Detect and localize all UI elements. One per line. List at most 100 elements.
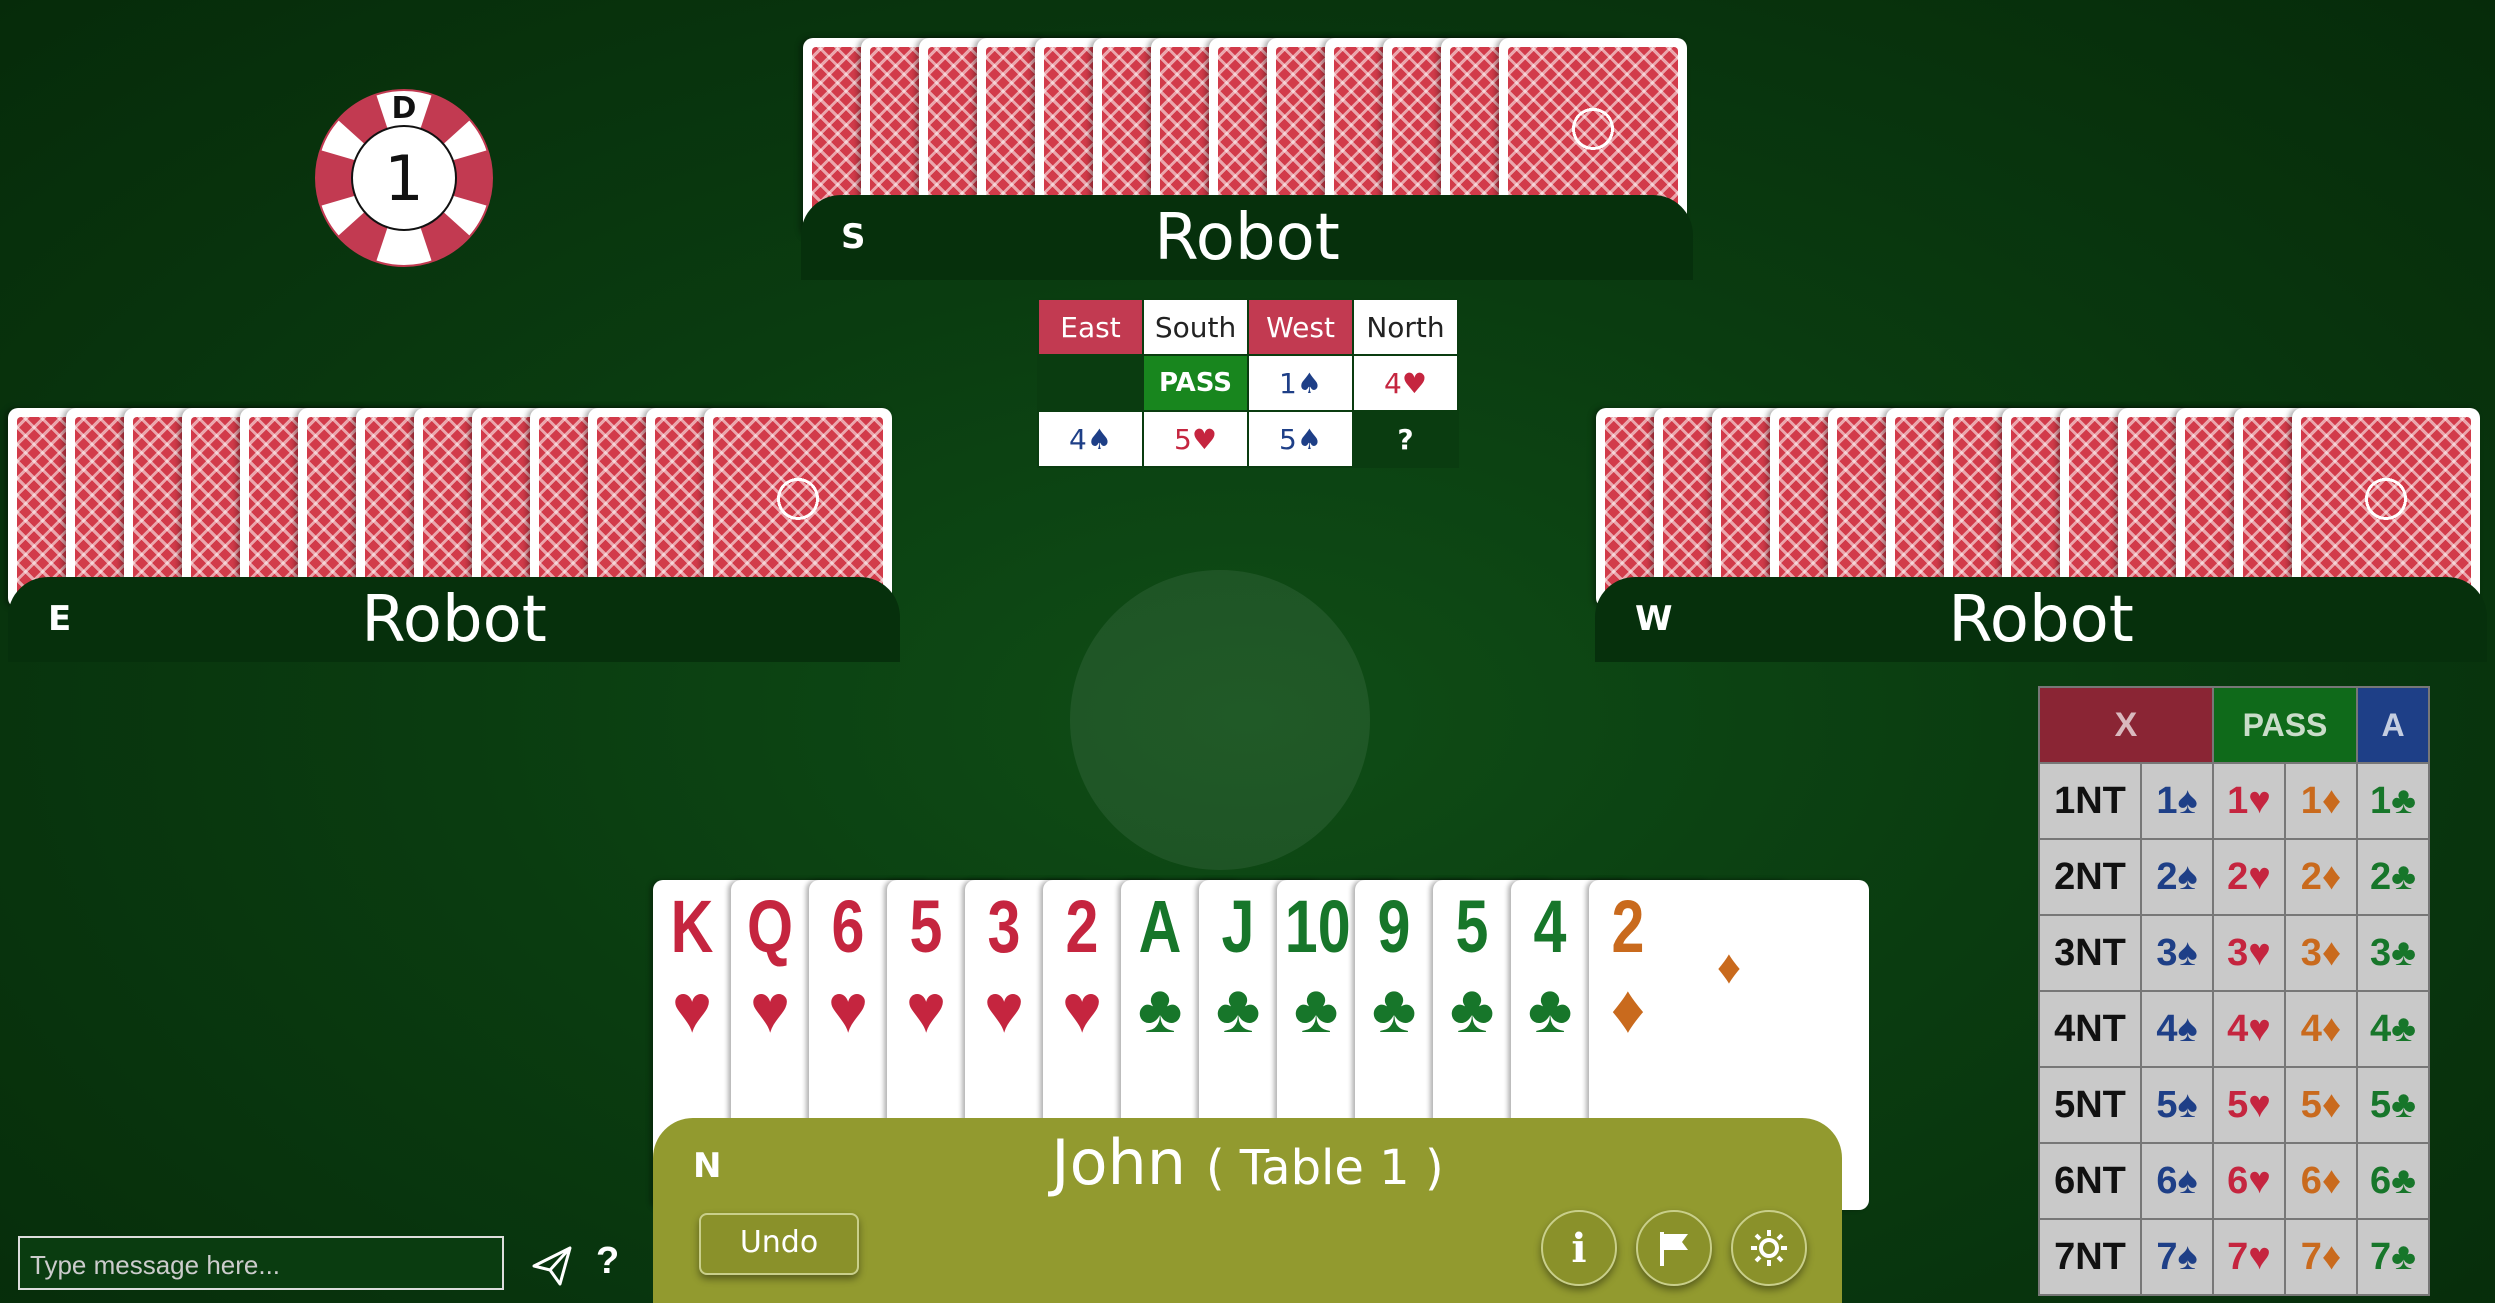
bid-button[interactable]: 5♦ (2284, 1066, 2358, 1144)
bid-button[interactable]: 7♣ (2356, 1218, 2430, 1296)
bid-button[interactable]: 2♦ (2284, 838, 2358, 916)
right-player-name: Robot (1948, 583, 2134, 657)
card-suit: ♣ (1371, 971, 1417, 1047)
info-icon: i (1571, 1224, 1587, 1272)
bid-button[interactable]: 5NT (2038, 1066, 2142, 1144)
card-rank: J (1221, 885, 1255, 968)
card-suit: ♣ (1449, 971, 1495, 1047)
bid-button[interactable]: 1♥ (2212, 762, 2286, 840)
card-suit: ♥ (983, 971, 1025, 1047)
bid-button[interactable]: 5♠ (2140, 1066, 2214, 1144)
card-rank: K (670, 885, 714, 968)
dealer-letter: D (392, 91, 417, 126)
bid-button[interactable]: 7♠ (2140, 1218, 2214, 1296)
dealer-board-marker: D 1 (315, 89, 493, 267)
card-rank: 5 (909, 885, 943, 968)
card-rank: 3 (987, 885, 1021, 968)
bid-button[interactable]: 4♥ (2212, 990, 2286, 1068)
bid-button[interactable]: 6NT (2038, 1142, 2142, 1220)
bottom-player-name: John ( Table 1 ) (653, 1126, 1842, 1199)
bid-button[interactable]: 4♦ (2284, 990, 2358, 1068)
card-rank: 10 (1284, 885, 1351, 968)
alert-button[interactable]: A (2356, 686, 2430, 764)
bottom-nameplate: N John ( Table 1 ) Undo i (653, 1118, 1842, 1303)
pass-button[interactable]: PASS (2212, 686, 2358, 764)
bid-button[interactable]: 3♣ (2356, 914, 2430, 992)
bid-button[interactable]: 7♥ (2212, 1218, 2286, 1296)
bid-button[interactable]: 6♦ (2284, 1142, 2358, 1220)
right-nameplate: W Robot (1595, 577, 2487, 662)
top-player-name: Robot (1154, 201, 1340, 275)
auction-table: East South West North PASS 1♠ 4♥ 4♠ 5♥ 5… (1037, 298, 1459, 468)
auction-header-south: South (1142, 298, 1249, 356)
card-rank: 2 (1065, 885, 1099, 968)
card-suit: ♥ (1061, 971, 1103, 1047)
bid-button[interactable]: 5♥ (2212, 1066, 2286, 1144)
card-suit: ♣ (1137, 971, 1183, 1047)
card-rank: A (1138, 885, 1182, 968)
auction-header-east: East (1037, 298, 1144, 356)
left-nameplate: E Robot (8, 577, 900, 662)
bid-button[interactable]: 1NT (2038, 762, 2142, 840)
bid-button[interactable]: 7NT (2038, 1218, 2142, 1296)
bid-button[interactable]: 1♠ (2140, 762, 2214, 840)
auction-cell: 5♠ (1247, 410, 1354, 468)
bid-button[interactable]: 3♥ (2212, 914, 2286, 992)
gear-icon (1751, 1230, 1787, 1266)
undo-button[interactable]: Undo (699, 1213, 859, 1275)
flag-button[interactable] (1636, 1210, 1712, 1286)
send-icon[interactable] (530, 1244, 574, 1288)
double-button[interactable]: X (2038, 686, 2214, 764)
bid-button[interactable]: 1♣ (2356, 762, 2430, 840)
top-nameplate: S Robot (801, 195, 1693, 280)
auction-header-west: West (1247, 298, 1354, 356)
bid-button[interactable]: 3♦ (2284, 914, 2358, 992)
bid-button[interactable]: 6♠ (2140, 1142, 2214, 1220)
auction-cell: 4♥ (1352, 354, 1459, 412)
bid-button[interactable]: 4♣ (2356, 990, 2430, 1068)
bid-button[interactable]: 6♥ (2212, 1142, 2286, 1220)
card-rank: 6 (831, 885, 865, 968)
bid-button[interactable]: 2♥ (2212, 838, 2286, 916)
bid-button[interactable]: 3NT (2038, 914, 2142, 992)
bid-button[interactable]: 1♦ (2284, 762, 2358, 840)
auction-header-north: North (1352, 298, 1459, 356)
auction-cell-current: ? (1352, 410, 1459, 468)
card-suit: ♥ (905, 971, 947, 1047)
card-rank: 5 (1455, 885, 1489, 968)
info-button[interactable]: i (1541, 1210, 1617, 1286)
flag-icon (1660, 1232, 1688, 1266)
auction-cell: 1♠ (1247, 354, 1354, 412)
card-rank: 4 (1533, 885, 1567, 968)
card-center-suit: ♦ (1716, 941, 1742, 994)
left-player-name: Robot (361, 583, 547, 657)
bid-button[interactable]: 7♦ (2284, 1218, 2358, 1296)
bid-button[interactable]: 2NT (2038, 838, 2142, 916)
card-rank: Q (746, 885, 794, 968)
bid-button[interactable]: 4NT (2038, 990, 2142, 1068)
board-number: 1 (384, 142, 423, 215)
table-label: ( Table 1 ) (1205, 1140, 1444, 1196)
card-suit: ♥ (827, 971, 869, 1047)
bid-button[interactable]: 3♠ (2140, 914, 2214, 992)
card-suit: ♣ (1527, 971, 1573, 1047)
card-suit: ♣ (1293, 971, 1339, 1047)
card-suit: ♣ (1215, 971, 1261, 1047)
chat-input[interactable]: Type message here... (18, 1236, 504, 1290)
card-suit: ♥ (671, 971, 713, 1047)
player-name: John (1051, 1126, 1187, 1199)
bid-button[interactable]: 4♠ (2140, 990, 2214, 1068)
help-icon[interactable]: ? (596, 1240, 619, 1283)
auction-cell: 4♠ (1037, 410, 1144, 468)
bid-button[interactable]: 2♣ (2356, 838, 2430, 916)
bidding-box: X PASS A 1NT 1♠ 1♥ 1♦ 1♣ 2NT 2♠ 2♥ 2♦ 2♣ 3NT 3♠ 3♥ 3♦… (2038, 686, 2430, 1296)
bid-button[interactable]: 5♣ (2356, 1066, 2430, 1144)
card-rank: 9 (1377, 885, 1411, 968)
card-suit: ♥ (749, 971, 791, 1047)
auction-cell (1037, 354, 1144, 412)
bid-button[interactable]: 6♣ (2356, 1142, 2430, 1220)
auction-cell: PASS (1142, 354, 1249, 412)
bid-button[interactable]: 2♠ (2140, 838, 2214, 916)
auction-cell: 5♥ (1142, 410, 1249, 468)
settings-button[interactable] (1731, 1210, 1807, 1286)
